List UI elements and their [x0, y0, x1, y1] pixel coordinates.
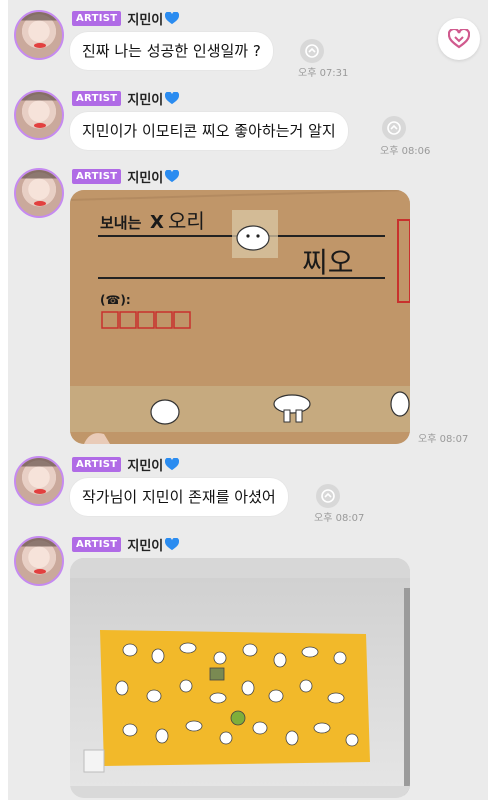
box-phone-label: (☎): [100, 293, 131, 307]
message-bubble[interactable]: 진짜 나는 성공한 인생일까 ? [70, 32, 273, 70]
chat-view: ARTIST 지민이 진짜 나는 성공한 인생일까 ? 오후 07:31 ART… [8, 0, 488, 800]
reaction-icon [305, 44, 319, 58]
timestamp: 오후 08:06 [380, 146, 431, 157]
avatar[interactable] [14, 456, 64, 506]
tapestry-illustration [70, 558, 410, 798]
sender-name: 지민이 [127, 92, 164, 108]
reaction-button[interactable] [382, 116, 406, 140]
artist-badge: ARTIST [72, 536, 122, 552]
reaction-icon [387, 121, 401, 135]
avatar[interactable] [14, 10, 64, 60]
avatar[interactable] [14, 90, 64, 140]
heart-outline-icon [448, 29, 470, 49]
artist-badge: ARTIST [72, 456, 122, 472]
blue-heart-icon [165, 169, 180, 182]
timestamp: 오후 07:31 [298, 68, 349, 79]
blue-heart-icon [165, 537, 180, 550]
blue-heart-icon [165, 457, 180, 470]
box-recipient-name: 찌오 [302, 246, 354, 279]
box-crossed-mark: X [150, 212, 164, 233]
box-label-sender: 보내는 [100, 214, 142, 232]
blue-heart-icon [165, 11, 180, 24]
sender-name: 지민이 [127, 538, 164, 554]
box-illustration: 보내는 X 오리 찌오 (☎): [70, 190, 410, 444]
avatar[interactable] [14, 536, 64, 586]
artist-badge: ARTIST [72, 90, 122, 106]
favorite-button[interactable] [438, 18, 480, 60]
cardboard-box-photo[interactable]: 보내는 X 오리 찌오 (☎): [70, 190, 410, 444]
sender-name: 지민이 [127, 458, 164, 474]
blue-heart-icon [165, 91, 180, 104]
sender-name: 지민이 [127, 170, 164, 186]
reaction-button[interactable] [316, 484, 340, 508]
reaction-button[interactable] [300, 39, 324, 63]
box-sender-name: 오리 [168, 209, 205, 233]
artist-badge: ARTIST [72, 168, 122, 184]
message-bubble[interactable]: 지민이가 이모티콘 찌오 좋아하는거 알지 [70, 112, 348, 150]
artist-badge: ARTIST [72, 10, 122, 26]
yellow-tapestry-photo[interactable] [70, 558, 410, 798]
timestamp: 오후 08:07 [314, 513, 365, 524]
message-bubble[interactable]: 작가님이 지민이 존재를 아셨어 [70, 478, 288, 516]
timestamp: 오후 08:07 [418, 434, 469, 445]
sender-name: 지민이 [127, 12, 164, 28]
reaction-icon [321, 489, 335, 503]
avatar[interactable] [14, 168, 64, 218]
